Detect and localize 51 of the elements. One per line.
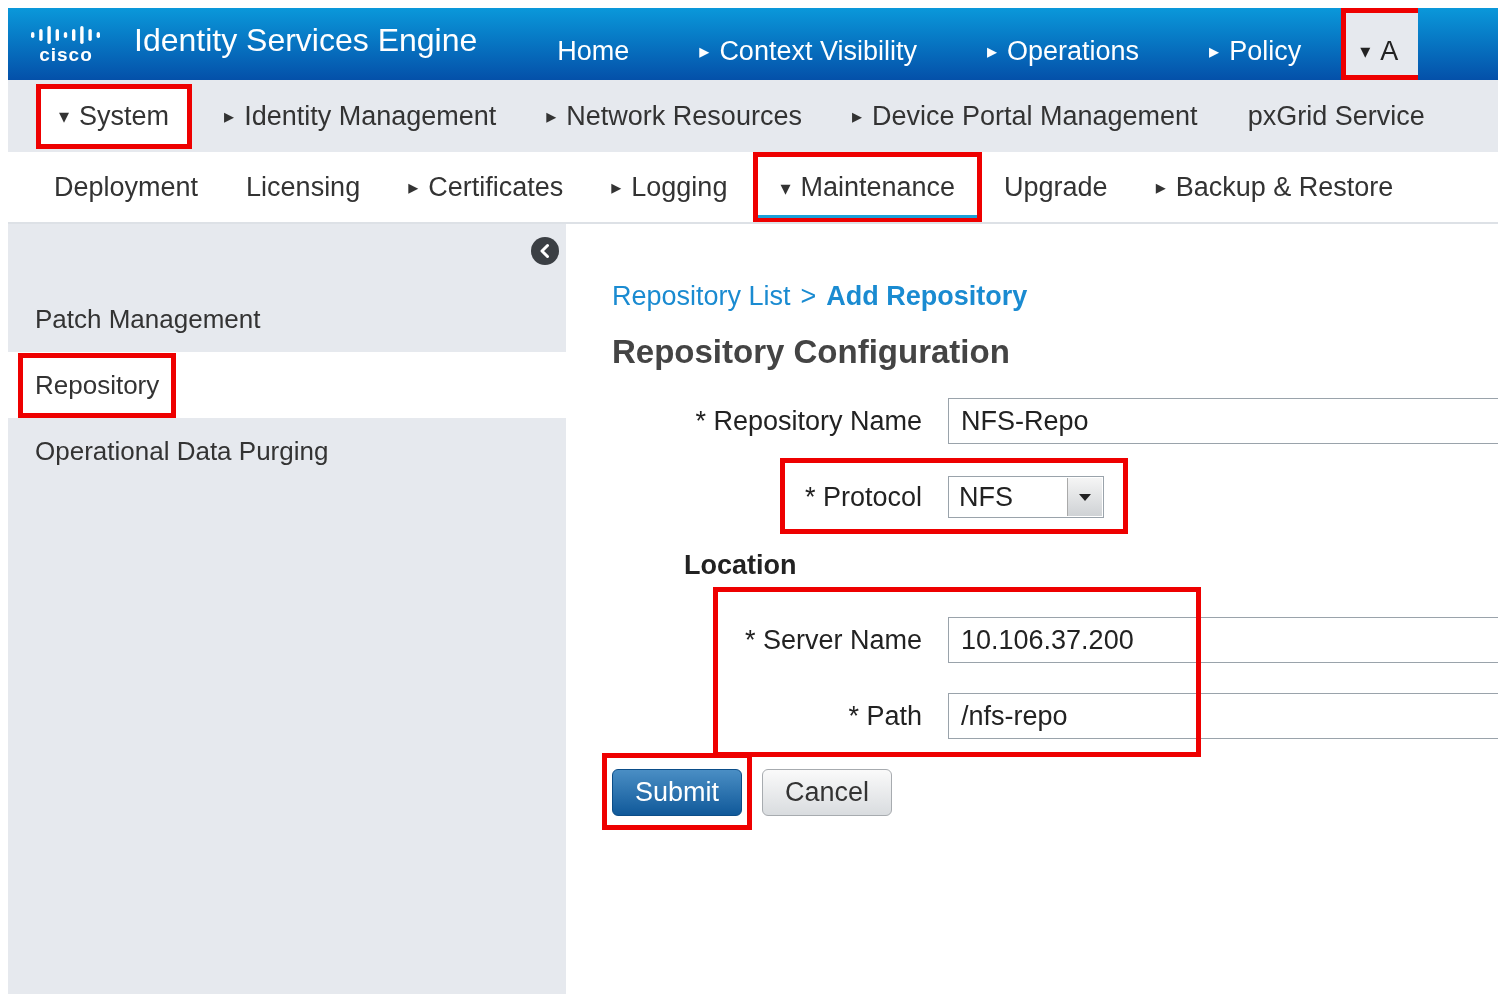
text-field[interactable]: NFS-Repo bbox=[948, 398, 1498, 444]
caret-icon: ▾ bbox=[780, 177, 791, 198]
section-tab[interactable]: Licensing bbox=[246, 152, 361, 222]
text-field[interactable]: 10.106.37.200 bbox=[948, 617, 1498, 663]
caret-icon: ▸ bbox=[546, 106, 557, 126]
caret-icon: ▸ bbox=[1209, 41, 1220, 61]
field-label: * Path bbox=[847, 700, 922, 732]
nav-tab[interactable]: ▸ Network Resources bbox=[546, 100, 802, 132]
field-label: * Repository Name bbox=[694, 405, 922, 437]
nav-tab[interactable]: ▾ A bbox=[1341, 8, 1419, 80]
page-heading: Repository Configuration bbox=[612, 332, 1011, 372]
caret-icon: ▸ bbox=[224, 106, 235, 126]
nav-tab[interactable]: ▸ Policy bbox=[1209, 8, 1302, 80]
nav-tab[interactable]: ▸ Context Visibility bbox=[699, 8, 917, 80]
caret-icon: ▾ bbox=[59, 106, 70, 126]
field-label: * Protocol bbox=[803, 481, 922, 513]
caret-icon: ▾ bbox=[1360, 41, 1371, 61]
nav-tab[interactable]: ▾ System bbox=[36, 83, 193, 149]
breadcrumb-current: Add Repository bbox=[826, 280, 1028, 313]
caret-icon: ▸ bbox=[1155, 177, 1166, 197]
section-tab[interactable]: ▸ Certificates bbox=[408, 152, 564, 222]
cancel-button[interactable]: Cancel bbox=[762, 769, 893, 816]
caret-icon: ▸ bbox=[986, 41, 997, 61]
nav-tab[interactable]: pxGrid Service bbox=[1247, 100, 1425, 132]
nav-tab[interactable]: Home bbox=[557, 8, 630, 80]
sidebar-item[interactable]: Repository bbox=[18, 352, 177, 418]
section-tab[interactable]: Upgrade bbox=[1004, 152, 1108, 222]
protocol-dropdown[interactable]: NFS bbox=[948, 476, 1104, 518]
section-tab[interactable]: ▾ Maintenance bbox=[753, 152, 983, 222]
caret-icon: ▸ bbox=[408, 177, 419, 197]
breadcrumb-link[interactable]: Repository List bbox=[612, 278, 791, 314]
logo-bars-icon bbox=[29, 24, 103, 46]
collapse-icon[interactable] bbox=[530, 236, 560, 266]
sidebar-item[interactable]: Operational Data Purging bbox=[18, 418, 346, 484]
section-title: Location bbox=[684, 550, 798, 581]
breadcrumb-separator: > bbox=[800, 280, 817, 313]
section-tab[interactable]: ▸ Logging bbox=[611, 152, 728, 222]
logo-wordmark: cisco bbox=[39, 46, 93, 64]
app-title: Identity Services Engine bbox=[134, 21, 478, 59]
caret-icon: ▸ bbox=[851, 106, 862, 126]
section-tab[interactable]: ▸ Backup & Restore bbox=[1155, 152, 1394, 222]
text-field[interactable]: /nfs-repo bbox=[948, 693, 1498, 739]
section-tab[interactable]: Deployment bbox=[54, 152, 199, 222]
nav-tab[interactable]: ▸ Device Portal Management bbox=[851, 100, 1198, 132]
caret-icon: ▸ bbox=[611, 177, 622, 197]
nav-tab[interactable]: ▸ Operations bbox=[986, 8, 1140, 80]
nav-tab[interactable]: ▸ Identity Management bbox=[224, 100, 497, 132]
sidebar-item[interactable]: Patch Management bbox=[18, 286, 278, 352]
caret-icon: ▸ bbox=[699, 41, 710, 61]
submit-button[interactable]: Submit bbox=[612, 769, 743, 816]
field-label: * Server Name bbox=[743, 624, 922, 656]
